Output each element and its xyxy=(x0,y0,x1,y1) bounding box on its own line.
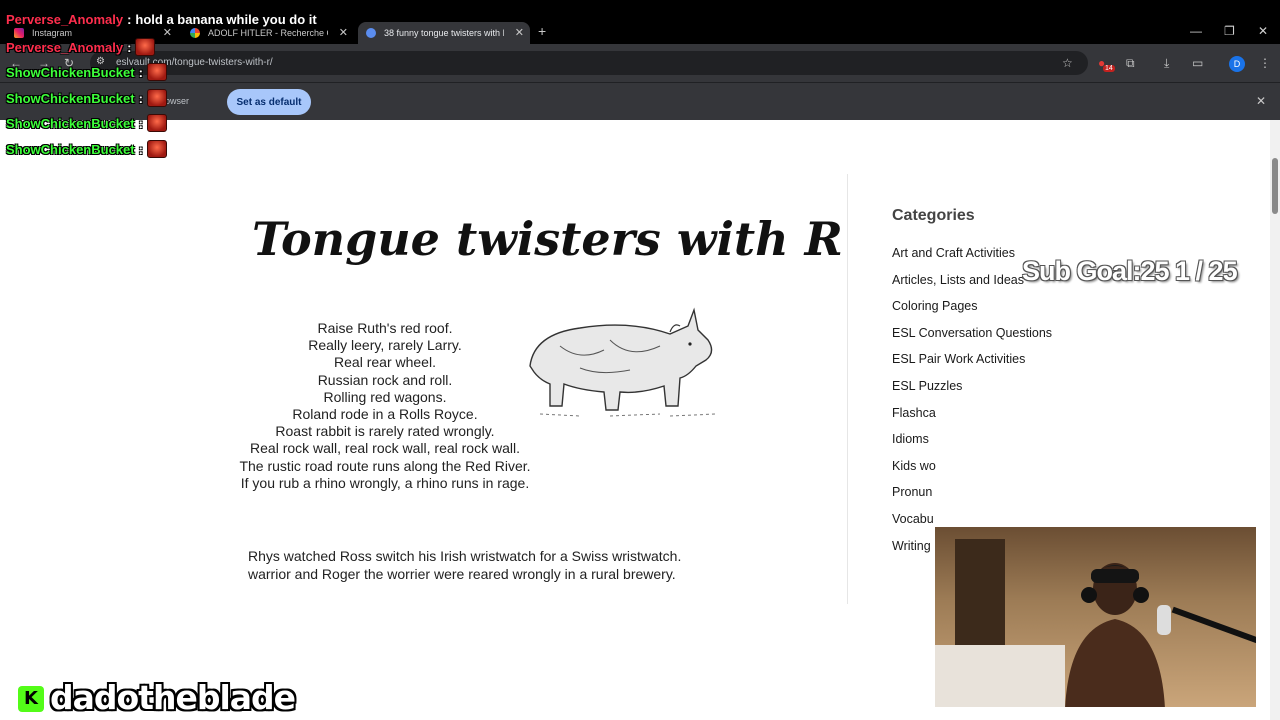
twister-line: If you rub a rhino wrongly, a rhino runs… xyxy=(240,474,530,491)
microphone-arm xyxy=(1171,606,1256,644)
twister-line: Russian rock and roll. xyxy=(317,371,453,388)
category-link[interactable]: ESL Pair Work Activities xyxy=(892,352,1052,379)
microphone xyxy=(1157,605,1171,635)
chat-username: ShowChickenBucket xyxy=(6,90,135,106)
chat-message: ShowChickenBucket : xyxy=(6,114,167,132)
twister-line: Roast rabbit is rarely rated wrongly. xyxy=(275,423,495,440)
chat-username: ShowChickenBucket xyxy=(6,64,135,80)
category-link[interactable]: Coloring Pages xyxy=(892,299,1052,326)
sidebar-divider xyxy=(847,174,848,604)
tab-title: Instagram xyxy=(32,28,73,38)
kick-logo-icon: K xyxy=(18,686,44,712)
chat-message: Perverse_Anomaly : xyxy=(6,38,156,56)
webcam-feed xyxy=(934,526,1257,708)
minimize-icon[interactable]: — xyxy=(1190,24,1202,38)
scrollbar-thumb[interactable] xyxy=(1272,158,1278,214)
extensions-puzzle-icon[interactable]: ⧉ xyxy=(1126,56,1135,71)
twister-list: Raise Ruth's red roof. Really leery, rar… xyxy=(230,320,540,492)
address-bar[interactable]: ⚙ eslvault.com/tongue-twisters-with-r/ xyxy=(90,51,1088,75)
rhino-illustration xyxy=(529,307,717,417)
category-link[interactable]: Pronun xyxy=(892,485,1052,512)
page-scrollbar[interactable] xyxy=(1270,120,1280,720)
eslvault-icon xyxy=(366,28,376,38)
chat-separator: : xyxy=(138,90,143,106)
twister-line: Roland rode in a Rolls Royce. xyxy=(292,406,478,423)
article-title: Tongue twisters with R xyxy=(252,212,843,266)
emote-icon xyxy=(146,63,167,81)
close-icon[interactable]: ✕ xyxy=(515,26,524,39)
streamer-name: dadotheblade xyxy=(50,678,296,717)
chat-username: ShowChickenBucket xyxy=(6,115,135,131)
twister-line: Real rear wheel. xyxy=(334,354,436,371)
tongue-twister-paragraph: Rhys watched Ross switch his Irish wrist… xyxy=(248,548,682,564)
twister-line: Raise Ruth's red roof. xyxy=(317,320,453,336)
chat-separator: : xyxy=(138,64,143,80)
close-icon[interactable]: ✕ xyxy=(163,26,172,39)
sub-goal-counter: Sub Goal:25 1 / 25 xyxy=(1022,256,1238,286)
category-link[interactable]: ESL Puzzles xyxy=(892,379,1052,406)
tab-active[interactable]: 38 funny tongue twisters with R ✕ xyxy=(358,22,530,44)
download-icon[interactable]: ⤓ xyxy=(1164,56,1169,71)
default-browser-infobar: lt browser Set as default ✕ xyxy=(0,82,1280,120)
category-link[interactable]: Kids wo xyxy=(892,459,1052,486)
toolbar: ← → ↻ ⚙ eslvault.com/tongue-twisters-wit… xyxy=(0,44,1280,82)
chat-username: ShowChickenBucket xyxy=(6,141,135,157)
chat-message: ShowChickenBucket : xyxy=(6,63,167,81)
chat-message: ShowChickenBucket : xyxy=(6,89,167,107)
menu-icon[interactable]: ⋮ xyxy=(1259,56,1271,70)
chat-separator: : xyxy=(138,141,143,157)
tab-title: ADOLF HITLER - Recherche Goo xyxy=(208,28,328,38)
extension-badge: 14 xyxy=(1103,65,1115,72)
close-window-icon[interactable]: ✕ xyxy=(1258,24,1268,38)
category-link[interactable]: ESL Conversation Questions xyxy=(892,326,1052,353)
set-as-default-button[interactable]: Set as default xyxy=(227,89,311,115)
chat-message: Perverse_Anomaly : hold a banana while y… xyxy=(6,12,317,27)
close-icon[interactable]: ✕ xyxy=(1256,94,1266,108)
chat-text: hold a banana while you do it xyxy=(135,12,317,27)
twister-line: Rolling red wagons. xyxy=(323,388,447,405)
new-tab-icon[interactable]: + xyxy=(538,23,546,39)
tab-title: 38 funny tongue twisters with R xyxy=(384,28,504,38)
emote-icon xyxy=(135,38,156,56)
category-link[interactable]: Idioms xyxy=(892,432,1052,459)
restore-icon[interactable]: ❐ xyxy=(1224,24,1235,38)
twister-line: Real rock wall, real rock wall, real roc… xyxy=(250,440,520,457)
chat-separator: : xyxy=(138,115,143,131)
webcam-background-bed xyxy=(935,645,1065,707)
chat-separator: : xyxy=(127,39,132,55)
close-icon[interactable]: ✕ xyxy=(339,26,348,39)
bookmark-star-icon[interactable]: ☆ xyxy=(1062,56,1073,70)
chat-username: Perverse_Anomaly xyxy=(6,39,124,55)
google-icon xyxy=(190,28,200,38)
categories-list: Art and Craft Activities Articles, Lists… xyxy=(892,246,1052,565)
emote-icon xyxy=(146,140,167,158)
chat-username: Perverse_Anomaly xyxy=(6,12,124,27)
chat-separator: : xyxy=(127,12,132,27)
chat-message: ShowChickenBucket : xyxy=(6,140,167,158)
twister-line: The rustic road route runs along the Red… xyxy=(239,457,531,474)
tongue-twister-paragraph: warrior and Roger the worrier were reare… xyxy=(248,566,676,582)
emote-icon xyxy=(146,114,167,132)
category-link[interactable]: Flashca xyxy=(892,406,1052,433)
categories-heading: Categories xyxy=(892,207,975,224)
emote-icon xyxy=(146,89,167,107)
instagram-icon xyxy=(14,28,24,38)
media-icon[interactable]: ▭ xyxy=(1192,56,1203,70)
profile-avatar[interactable]: D xyxy=(1229,56,1245,72)
twister-line: Really leery, rarely Larry. xyxy=(308,337,462,354)
